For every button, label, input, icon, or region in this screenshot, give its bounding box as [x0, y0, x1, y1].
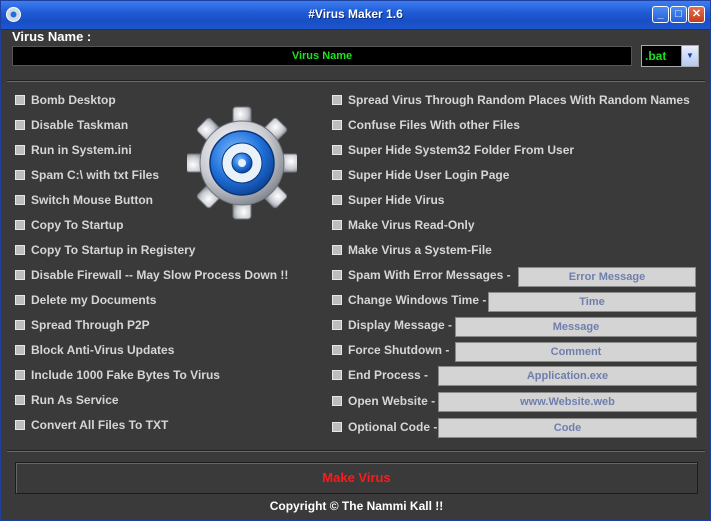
checkbox[interactable] [15, 195, 25, 205]
checkbox[interactable] [15, 95, 25, 105]
extension-select[interactable]: .bat ▼ [641, 45, 699, 67]
checkbox[interactable] [15, 170, 25, 180]
application-input[interactable]: Application.exe [438, 366, 697, 386]
checkbox[interactable] [15, 395, 25, 405]
close-icon: ✕ [691, 8, 702, 20]
checkbox[interactable] [332, 320, 342, 330]
checkbox[interactable] [332, 370, 342, 380]
checkbox[interactable] [332, 145, 342, 155]
copyright-text: Copyright © The Nammi Kall !! [269, 499, 444, 513]
minimize-button[interactable]: _ [652, 6, 669, 23]
divider [7, 80, 705, 82]
checkbox[interactable] [15, 145, 25, 155]
checkbox[interactable] [332, 396, 342, 406]
time-input[interactable]: Time [488, 292, 696, 312]
checkbox[interactable] [15, 370, 25, 380]
extension-value: .bat [645, 49, 667, 63]
checkbox[interactable] [15, 120, 25, 130]
make-virus-button[interactable]: Make Virus [15, 462, 698, 494]
maximize-icon: □ [675, 8, 682, 20]
checkbox[interactable] [332, 270, 342, 280]
message-input[interactable]: Message [455, 317, 697, 337]
divider [7, 450, 705, 452]
chevron-down-icon[interactable]: ▼ [681, 46, 698, 66]
checkbox[interactable] [15, 245, 25, 255]
title-bar[interactable]: #Virus Maker 1.6 _ □ ✕ [1, 1, 710, 30]
website-input[interactable]: www.Website.web [438, 392, 697, 412]
comment-input[interactable]: Comment [455, 342, 697, 362]
checkbox[interactable] [332, 345, 342, 355]
checkbox[interactable] [15, 420, 25, 430]
checkbox[interactable] [15, 295, 25, 305]
virus-name-label: Virus Name : [12, 29, 92, 44]
checkbox[interactable] [332, 120, 342, 130]
checkbox[interactable] [332, 295, 342, 305]
virus-name-input[interactable]: Virus Name [12, 46, 632, 66]
checkbox[interactable] [332, 195, 342, 205]
checkbox[interactable] [332, 220, 342, 230]
maximize-button[interactable]: □ [670, 6, 687, 23]
gear-icon [187, 106, 297, 220]
app-window: #Virus Maker 1.6 _ □ ✕ Virus Name : Viru… [0, 0, 711, 521]
checkbox[interactable] [15, 270, 25, 280]
checkbox[interactable] [332, 245, 342, 255]
checkbox[interactable] [332, 422, 342, 432]
code-input[interactable]: Code [438, 418, 697, 438]
checkbox[interactable] [15, 345, 25, 355]
window-title: #Virus Maker 1.6 [308, 7, 403, 21]
checkbox[interactable] [15, 220, 25, 230]
close-button[interactable]: ✕ [688, 6, 705, 23]
checkbox[interactable] [332, 95, 342, 105]
error-message-input[interactable]: Error Message [518, 267, 696, 287]
minimize-icon: _ [657, 8, 664, 20]
checkbox[interactable] [332, 170, 342, 180]
checkbox[interactable] [15, 320, 25, 330]
